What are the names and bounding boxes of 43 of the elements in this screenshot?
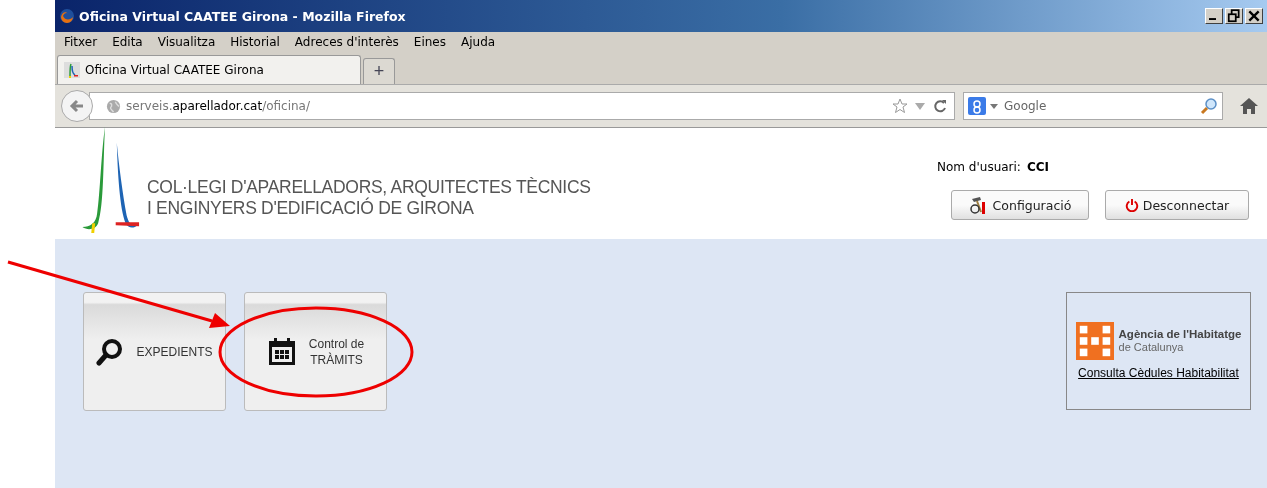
- restore-button[interactable]: [1225, 8, 1243, 24]
- bookmark-star-icon[interactable]: [892, 98, 908, 114]
- reload-icon[interactable]: [932, 98, 948, 114]
- logout-button[interactable]: Desconnectar: [1105, 190, 1249, 220]
- address-field[interactable]: serveis.aparellador.cat/oficina/: [89, 92, 955, 120]
- menu-item[interactable]: Edita: [105, 35, 151, 49]
- agency-logo-icon: [1075, 322, 1114, 360]
- agency-name: Agència de l'Habitatge: [1118, 328, 1242, 341]
- menu-item[interactable]: Eines: [406, 35, 454, 49]
- search-icon[interactable]: [1200, 97, 1218, 115]
- user-name: CCI: [1026, 160, 1049, 174]
- close-icon: [1246, 9, 1262, 23]
- google-g-icon: [968, 97, 986, 115]
- restore-icon: [1226, 9, 1242, 23]
- menu-item[interactable]: Visualitza: [150, 35, 224, 49]
- menu-tile[interactable]: Control de TRÀMITS: [244, 292, 387, 411]
- habitability-link[interactable]: Consulta Cèdules Habitabilitat: [1078, 366, 1239, 380]
- home-icon[interactable]: [1239, 96, 1259, 116]
- calendar-icon: [266, 336, 297, 367]
- dropdown-icon[interactable]: [990, 102, 998, 110]
- minimize-icon: [1209, 17, 1216, 20]
- power-icon: [1124, 198, 1139, 212]
- window-title: Oficina Virtual CAATEE Girona - Mozilla Firefox: [79, 8, 407, 24]
- menu-item[interactable]: Ajuda: [454, 35, 504, 49]
- site-logo-icon: [64, 62, 80, 78]
- user-label: Nom d'usuari:: [937, 160, 1021, 174]
- menu-tile[interactable]: EXPEDIENTS: [83, 292, 226, 411]
- menu-item[interactable]: Historial: [223, 35, 288, 49]
- close-button[interactable]: [1245, 8, 1263, 24]
- globe-icon: [106, 98, 121, 114]
- menu-item[interactable]: Fitxer: [57, 35, 106, 49]
- menu-item[interactable]: Adreces d'interès: [287, 35, 407, 49]
- organization-name: I ENGINYERS D'EDIFICACIÓ DE GIRONA: [147, 198, 475, 219]
- search-field[interactable]: Google: [963, 92, 1223, 120]
- new-tab-button[interactable]: +: [363, 58, 395, 84]
- organization-name: COL·LEGI D'APARELLADORS, ARQUITECTES TÈCNICS: [147, 177, 591, 197]
- minimize-button[interactable]: [1205, 8, 1223, 24]
- browser-icon: [59, 8, 75, 24]
- settings-button[interactable]: Configuració: [951, 190, 1089, 220]
- search-icon: [96, 337, 125, 366]
- agency-region: de Catalunya: [1118, 341, 1185, 354]
- back-button[interactable]: [61, 90, 93, 122]
- browser-tab[interactable]: Oficina Virtual CAATEE Girona: [57, 55, 361, 84]
